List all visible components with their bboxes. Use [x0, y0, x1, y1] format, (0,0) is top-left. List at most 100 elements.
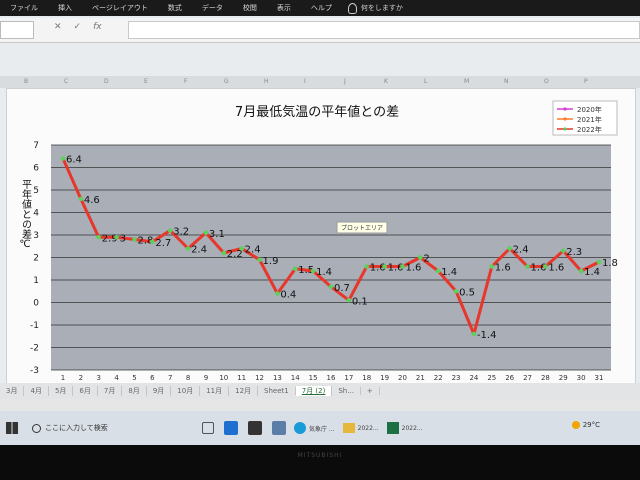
formula-input[interactable]	[128, 21, 640, 39]
column-headers: B C D E F G H I J K L M N O P	[0, 76, 640, 88]
data-label: 1.9	[263, 256, 279, 267]
ribbon-tab[interactable]: ページレイアウト	[82, 3, 158, 13]
sheet-tab[interactable]: Sheet1	[258, 387, 296, 395]
y-tick-label: 3	[33, 231, 39, 241]
data-point	[435, 268, 441, 274]
sheet-tab[interactable]: 8月	[122, 386, 147, 396]
column-header[interactable]: O	[544, 78, 549, 85]
ribbon-tab[interactable]: ファイル	[0, 3, 48, 13]
ribbon-tab[interactable]: 表示	[267, 3, 301, 13]
x-tick-label: 16	[327, 374, 336, 382]
column-header[interactable]: G	[224, 78, 229, 85]
data-point	[167, 228, 173, 233]
x-tick-label: 10	[219, 374, 228, 382]
taskbar-app-browser[interactable]: 気象庁 ...	[294, 422, 335, 434]
y-tick-label: 2	[33, 254, 39, 264]
data-point	[275, 291, 280, 296]
x-tick-label: 17	[344, 374, 353, 382]
todo-icon[interactable]	[248, 421, 262, 435]
ribbon-tab[interactable]: 挿入	[48, 3, 82, 13]
data-label: 1.4	[441, 267, 457, 278]
column-header[interactable]: J	[344, 78, 346, 85]
taskbar-app-excel[interactable]: 2022...	[386, 422, 423, 434]
ribbon-tab[interactable]: 校閲	[233, 3, 267, 13]
chart-title: 7月最低気温の平年値との差	[235, 104, 399, 120]
data-label: 1.6	[405, 263, 421, 274]
x-tick-label: 11	[237, 374, 246, 382]
data-label: 2	[423, 254, 429, 265]
sheet-tab[interactable]: 9月	[147, 386, 172, 396]
data-label: 1.6	[548, 263, 564, 274]
column-header[interactable]: P	[584, 78, 588, 85]
tell-me-box[interactable]: 何をしますか	[347, 2, 403, 14]
column-header[interactable]: B	[24, 78, 28, 85]
data-label: 2.2	[227, 249, 243, 260]
sheet-tab[interactable]: 11月	[200, 386, 230, 396]
data-point	[96, 234, 102, 240]
legend-label: 2021年	[577, 115, 602, 124]
column-header[interactable]: N	[504, 78, 509, 85]
x-tick-label: 15	[309, 374, 318, 382]
legend-label: 2022年	[577, 125, 602, 134]
y-tick-label: 0	[33, 299, 39, 309]
data-point	[525, 264, 530, 269]
column-header[interactable]: D	[104, 78, 109, 85]
sheet-tab[interactable]: Sh...	[332, 387, 361, 395]
x-tick-label: 31	[595, 374, 604, 382]
enter-icon[interactable]: ✓	[74, 22, 82, 32]
x-tick-label: 20	[398, 374, 407, 382]
ribbon-tab[interactable]: 数式	[158, 3, 192, 13]
column-header[interactable]: F	[184, 78, 187, 85]
ribbon-tab[interactable]: ヘルプ	[301, 3, 342, 13]
column-header[interactable]: E	[144, 78, 148, 85]
data-point	[346, 297, 352, 303]
taskbar-search[interactable]: ここに入力して検索	[32, 418, 192, 438]
tell-me-label: 何をしますか	[360, 4, 403, 12]
data-point	[60, 156, 66, 161]
column-header[interactable]: L	[424, 78, 427, 85]
x-tick-label: 26	[505, 374, 514, 382]
add-sheet-button[interactable]: +	[361, 387, 380, 395]
x-tick-label: 5	[132, 374, 136, 382]
x-tick-label: 23	[452, 374, 461, 382]
sheet-tab[interactable]: 7月	[98, 386, 123, 396]
x-tick-label: 24	[469, 374, 478, 382]
sheet-tab[interactable]: 7月 (2)	[295, 386, 333, 396]
chart[interactable]: -3 -2 -1 0 1 2 3 4 5 6 7 1 2 3 4 5 6 7 8 9 10 11 12 13 14 15 16 17 1…	[6, 88, 636, 385]
windows-start-icon[interactable]	[6, 422, 18, 434]
insert-function-icon[interactable]: fx	[93, 22, 102, 32]
y-tick-label: -3	[30, 366, 39, 376]
monitor-brand: MITSUBISHI	[297, 452, 343, 459]
column-header[interactable]: K	[384, 78, 388, 85]
column-header[interactable]: H	[264, 78, 269, 85]
y-tick-label: -1	[30, 321, 39, 331]
taskbar-app-folder[interactable]: 2022...	[342, 423, 379, 433]
data-label: 4.6	[84, 195, 100, 206]
sheet-tab[interactable]: 4月	[24, 386, 49, 396]
cancel-icon[interactable]: ✕	[54, 22, 62, 32]
sheet-tab[interactable]: 12月	[229, 386, 259, 396]
taskbar: ここに入力して検索 気象庁 ... 2022... 2022... 29°C	[0, 411, 640, 445]
column-header[interactable]: M	[464, 78, 469, 85]
sheet-tab[interactable]: 5月	[49, 386, 74, 396]
formula-bar: ✕ ✓ fx	[0, 18, 640, 43]
column-header[interactable]: I	[304, 78, 306, 85]
x-tick-label: 28	[541, 374, 550, 382]
data-point	[507, 246, 512, 251]
x-tick-label: 19	[380, 374, 389, 382]
outlook-icon[interactable]	[224, 421, 238, 435]
name-box[interactable]	[0, 21, 34, 39]
data-label: 1.4	[584, 267, 600, 278]
x-tick-label: 13	[273, 374, 282, 382]
sheet-tab[interactable]: 6月	[73, 386, 98, 396]
weather-widget[interactable]: 29°C	[571, 421, 600, 429]
calculator-icon[interactable]	[272, 421, 286, 435]
excel-icon	[386, 422, 399, 434]
ribbon-tab[interactable]: データ	[192, 3, 233, 13]
sheet-tab[interactable]: 10月	[171, 386, 201, 396]
column-header[interactable]: C	[64, 78, 68, 85]
task-view-icon[interactable]	[202, 422, 214, 434]
sheet-tab[interactable]: 3月	[0, 386, 25, 396]
search-icon	[32, 423, 41, 433]
data-point	[453, 288, 459, 294]
